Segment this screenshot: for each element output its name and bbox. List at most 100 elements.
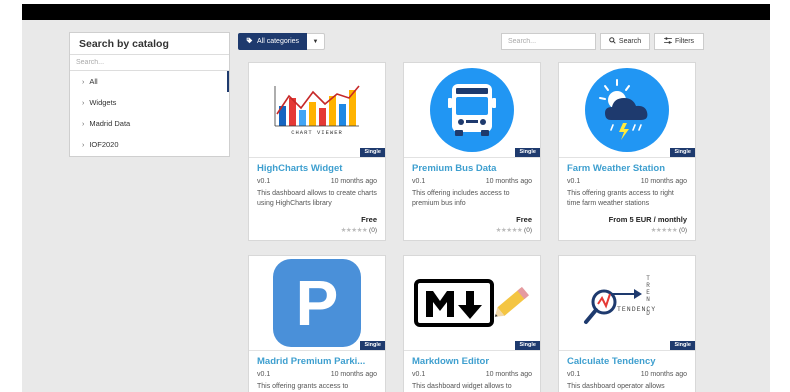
offering-card[interactable]: CHART VIEWER Single HighCharts Widget v0… [248,62,386,241]
sliders-icon [664,37,672,46]
image-caption: TENDENCY [617,306,657,313]
catalog-item-label: All [89,77,98,86]
offering-rating: ★★★★★ (0) [404,226,540,240]
all-categories-button[interactable]: All categories [238,33,308,50]
markdown-icon [414,279,530,327]
chevron-right-icon: › [82,79,85,86]
offering-title[interactable]: Madrid Premium Parki... [249,351,385,369]
offering-image: Single [404,256,540,351]
tendency-icon: TREND [584,275,650,324]
single-badge: Single [515,148,540,157]
offering-meta: v0.1 10 months ago [404,176,540,189]
offering-time: 10 months ago [330,178,377,185]
offering-meta: v0.1 10 months ago [559,369,695,382]
offering-time: 10 months ago [640,371,687,378]
chevron-right-icon: › [82,100,85,107]
svg-text:E: E [646,289,650,296]
offering-image: TREND TENDENCY Single [559,256,695,351]
offering-description: This dashboard operator allows [567,383,665,390]
offering-meta: v0.1 10 months ago [249,176,385,189]
offering-version: v0.1 [567,178,581,185]
offering-time: 10 months ago [640,178,687,185]
star-rating-icon: ★★★★★ [650,227,678,234]
catalog-item-madrid-data[interactable]: › Madrid Data [70,113,229,134]
offering-meta: v0.1 10 months ago [404,369,540,382]
single-badge: Single [360,341,385,350]
offering-rating: ★★★★★ (0) [249,226,385,240]
offering-title[interactable]: Markdown Editor [404,351,540,369]
offering-description: This dashboard allows to create charts u… [257,190,377,207]
catalog-sidebar: Search by catalog › All › Widgets › Madrid … [69,32,230,157]
svg-text:T: T [646,275,650,282]
navbar [22,4,770,20]
offering-meta: v0.1 10 months ago [249,369,385,382]
offering-card[interactable]: Single Markdown Editor v0.1 10 months ag… [403,255,541,392]
chevron-right-icon: › [82,121,85,128]
offering-image: Single [404,63,540,158]
offering-version: v0.1 [257,178,271,185]
star-rating-icon: ★★★★★ [495,227,523,234]
offering-image: CHART VIEWER Single [249,63,385,158]
offering-version: v0.1 [567,371,581,378]
single-badge: Single [670,341,695,350]
offering-title[interactable]: Farm Weather Station [559,158,695,176]
search-input[interactable] [501,33,596,50]
offering-description: This offering includes access to premium… [412,190,510,207]
offering-description: This offering grants access to right tim… [567,190,674,207]
offering-card[interactable]: TREND TENDENCY Single Calculate Tendency… [558,255,696,392]
svg-text:N: N [646,296,650,303]
offering-meta: v0.1 10 months ago [559,176,695,189]
single-badge: Single [515,341,540,350]
offering-image: P Single [249,256,385,351]
offering-time: 10 months ago [330,371,377,378]
sidebar-title: Search by catalog [70,33,229,55]
offering-card[interactable]: Single Farm Weather Station v0.1 10 mont… [558,62,696,241]
search-button-label: Search [618,38,642,45]
offering-description: This offering grants access to [257,383,349,390]
search-icon [609,37,616,46]
catalog-item-all[interactable]: › All [70,71,229,92]
catalog-item-label: IOF2020 [89,140,119,149]
rating-count: (0) [369,227,377,234]
search-button[interactable]: Search [600,33,650,50]
offering-image: Single [559,63,695,158]
filters-button-label: Filters [674,38,695,45]
svg-text:R: R [646,282,650,289]
catalog-item-widgets[interactable]: › Widgets [70,92,229,113]
rating-count: (0) [524,227,532,234]
offering-title[interactable]: Calculate Tendency [559,351,695,369]
offering-card[interactable]: P Single Madrid Premium Parki... v0.1 10… [248,255,386,392]
offering-rating: ★★★★★ (0) [559,226,695,240]
weather-icon [585,68,669,152]
offering-version: v0.1 [412,371,426,378]
catalog-search-input[interactable] [70,55,229,71]
single-badge: Single [670,148,695,157]
tag-icon [246,37,253,46]
offering-card[interactable]: Single Premium Bus Data v0.1 10 months a… [403,62,541,241]
offering-price: Free [516,215,532,224]
offering-time: 10 months ago [485,371,532,378]
category-dropdown[interactable]: All categories ▼ [238,33,326,50]
bus-icon [430,68,514,152]
single-badge: Single [360,148,385,157]
offering-title[interactable]: Premium Bus Data [404,158,540,176]
offering-description: This dashboard widget allows to [412,383,512,390]
star-rating-icon: ★★★★★ [340,227,368,234]
offering-version: v0.1 [412,178,426,185]
offering-title[interactable]: HighCharts Widget [249,158,385,176]
offering-price: Free [361,215,377,224]
image-caption: CHART VIEWER [291,129,343,136]
catalog-item-label: Widgets [89,98,117,107]
offering-version: v0.1 [257,371,271,378]
offering-time: 10 months ago [485,178,532,185]
caret-down-icon[interactable]: ▼ [307,33,326,50]
rating-count: (0) [679,227,687,234]
chevron-right-icon: › [82,142,85,149]
main-content: Search by catalog › All › Widgets › Madrid … [22,20,770,392]
filters-button[interactable]: Filters [654,33,704,50]
offering-price: From 5 EUR / monthly [608,215,687,224]
category-label: All categories [257,38,300,45]
parking-letter: P [295,267,339,339]
catalog-item-label: Madrid Data [89,119,131,128]
catalog-item-iof2020[interactable]: › IOF2020 [70,134,229,155]
